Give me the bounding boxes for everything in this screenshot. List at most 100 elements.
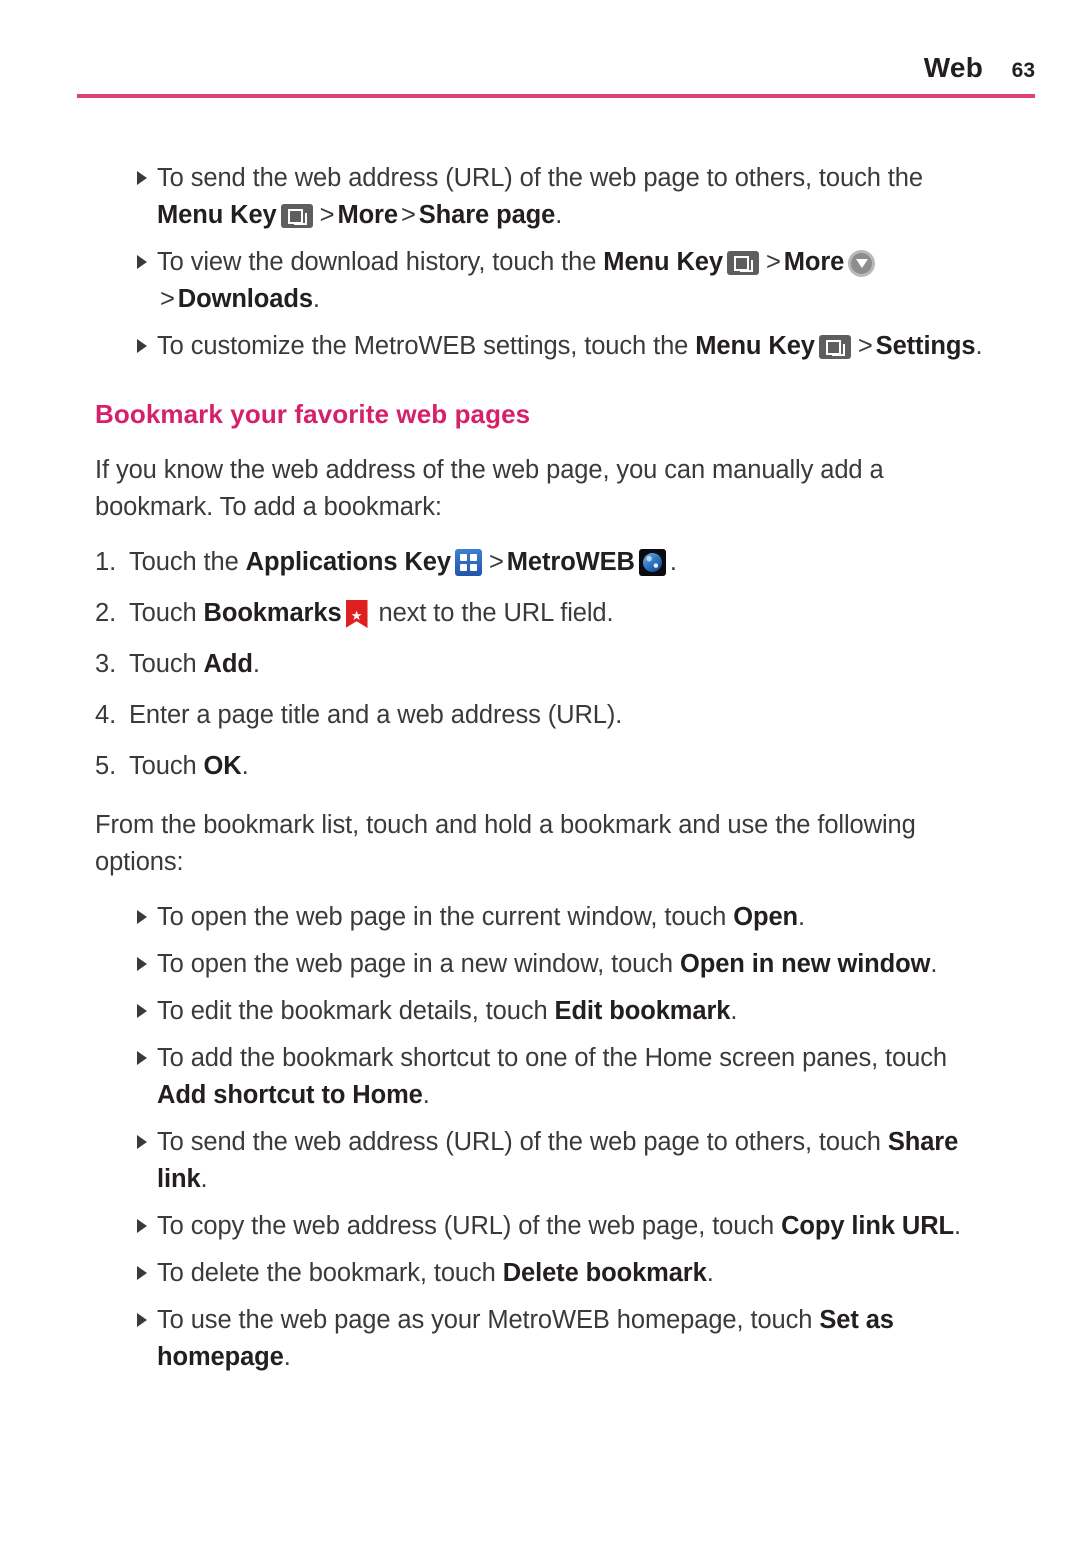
- bullet-text-tail: .: [798, 903, 806, 931]
- bullet-arrow-icon: [137, 339, 147, 353]
- list-item: To add the bookmark shortcut to one of t…: [95, 1040, 985, 1114]
- step-bold-bookmarks: Bookmarks: [203, 599, 342, 627]
- bullet-text-tail: .: [283, 1343, 291, 1371]
- bullet-bold-more: More: [783, 248, 845, 276]
- bullet-bold-more: More: [337, 201, 398, 229]
- bullet-text-part: To copy the web address (URL) of the web…: [157, 1212, 782, 1240]
- step-number: 5.: [95, 752, 117, 780]
- section-intro-paragraph: If you know the web address of the web p…: [95, 456, 884, 521]
- option-bold-edit-bookmark: Edit bookmark: [554, 997, 731, 1025]
- list-item: To use the web page as your MetroWEB hom…: [95, 1302, 985, 1376]
- bullet-text-tail: .: [200, 1165, 208, 1193]
- list-item: To customize the MetroWEB settings, touc…: [95, 328, 985, 365]
- option-bold-add-shortcut-to-home: Add shortcut to Home: [157, 1081, 423, 1109]
- menu-key-icon: [726, 251, 759, 275]
- bullet-arrow-icon: [137, 255, 147, 269]
- bullet-bold-menu-key: Menu Key: [695, 332, 815, 360]
- bullet-arrow-icon: [137, 957, 147, 971]
- bullet-text-tail: .: [975, 332, 983, 360]
- list-item: To open the web page in a new window, to…: [95, 946, 985, 983]
- option-bold-copy-link-url: Copy link URL: [781, 1212, 955, 1240]
- list-item: 2. Touch Bookmarks ★ next to the URL field…: [95, 595, 985, 632]
- list-item: To send the web address (URL) of the web…: [95, 160, 985, 234]
- page-number: 63: [1011, 59, 1035, 82]
- header-row: Web 63: [77, 52, 1035, 86]
- option-bold-open: Open: [733, 903, 799, 931]
- step-number: 4.: [95, 701, 117, 729]
- separator-gt: >: [319, 201, 335, 229]
- applications-key-icon: [454, 549, 482, 576]
- bullet-text-part: To open the web page in a new window, to…: [157, 950, 680, 978]
- bullet-arrow-icon: [137, 1135, 147, 1149]
- option-bold-open-in-new-window: Open in new window: [679, 950, 931, 978]
- step-number: 2.: [95, 599, 117, 627]
- bullet-arrow-icon: [137, 1219, 147, 1233]
- bullet-text-tail: .: [706, 1259, 714, 1287]
- option-bold-delete-bookmark: Delete bookmark: [502, 1259, 707, 1287]
- bullet-text-tail: .: [930, 950, 938, 978]
- list-item: 5. Touch OK.: [95, 748, 985, 785]
- bullet-arrow-icon: [137, 1266, 147, 1280]
- section-heading: Bookmark your favorite web pages: [95, 399, 531, 429]
- list-item: To delete the bookmark, touch Delete boo…: [95, 1255, 985, 1292]
- list-item: 4. Enter a page title and a web address (…: [95, 697, 985, 734]
- menu-key-icon: [280, 204, 313, 228]
- bullet-text-part: To customize the MetroWEB settings, touc…: [157, 332, 696, 360]
- bullet-text-tail: .: [555, 201, 563, 229]
- step-bold-ok: OK: [203, 752, 242, 780]
- bullet-text-tail: .: [312, 285, 320, 313]
- step-number: 3.: [95, 650, 117, 678]
- page-header: Web 63: [77, 52, 1035, 100]
- bullet-bold-share-page: Share page: [418, 201, 556, 229]
- separator-gt: >: [488, 548, 504, 576]
- bullet-arrow-icon: [137, 1051, 147, 1065]
- bullet-text-part: To view the download history, touch the: [157, 248, 604, 276]
- bullet-arrow-icon: [137, 1004, 147, 1018]
- bullet-text-part: To send the web address (URL) of the web…: [157, 164, 923, 192]
- bullet-text-tail: .: [422, 1081, 430, 1109]
- step-text-tail: .: [669, 548, 677, 576]
- downloads-icon: [848, 250, 876, 277]
- metroweb-globe-icon: [638, 549, 666, 576]
- bullet-text-tail: .: [730, 997, 738, 1025]
- header-divider-rule: [77, 94, 1035, 98]
- list-item: To open the web page in the current wind…: [95, 899, 985, 936]
- step-bold-metroweb: MetroWEB: [506, 548, 635, 576]
- step-bold-add: Add: [203, 650, 253, 678]
- separator-gt: >: [857, 332, 873, 360]
- step-text-tail: next to the URL field.: [371, 599, 614, 627]
- options-intro-paragraph: From the bookmark list, touch and hold a…: [95, 811, 916, 876]
- bullet-text-tail: .: [954, 1212, 962, 1240]
- separator-gt: >: [160, 285, 175, 313]
- page-content: To send the web address (URL) of the web…: [95, 160, 985, 1386]
- bullet-text-part: To open the web page in the current wind…: [157, 903, 734, 931]
- bullet-arrow-icon: [137, 171, 147, 185]
- bullet-text-part: To edit the bookmark details, touch: [157, 997, 555, 1025]
- step-text-part: Touch: [129, 752, 204, 780]
- numbered-step-list: 1. Touch the Applications Key > MetroWEB. 2…: [95, 544, 985, 785]
- list-item: To view the download history, touch the …: [95, 244, 985, 318]
- step-text-tail: .: [252, 650, 260, 678]
- bullet-arrow-icon: [137, 1313, 147, 1327]
- bullet-bold-downloads: Downloads: [177, 285, 313, 313]
- step-text-part: Touch: [129, 599, 204, 627]
- bullet-text-part: To use the web page as your MetroWEB hom…: [157, 1306, 820, 1334]
- menu-key-icon: [818, 335, 851, 359]
- list-item: 3. Touch Add.: [95, 646, 985, 683]
- bullet-text-part: To send the web address (URL) of the web…: [157, 1128, 888, 1156]
- step-text-part: Touch the: [129, 548, 246, 576]
- separator-gt: >: [400, 201, 416, 229]
- bullet-arrow-icon: [137, 910, 147, 924]
- list-item: To copy the web address (URL) of the web…: [95, 1208, 985, 1245]
- list-item: To edit the bookmark details, touch Edit…: [95, 993, 985, 1030]
- bullet-bold-settings: Settings: [875, 332, 976, 360]
- bookmarks-ribbon-icon: ★: [345, 600, 368, 628]
- bullet-bold-menu-key: Menu Key: [603, 248, 723, 276]
- option-bullet-list: To open the web page in the current wind…: [95, 899, 985, 1376]
- list-item: 1. Touch the Applications Key > MetroWEB.: [95, 544, 985, 581]
- bullet-text-part: To add the bookmark shortcut to one of t…: [157, 1044, 947, 1072]
- step-bold-applications-key: Applications Key: [245, 548, 451, 576]
- step-text-tail: .: [241, 752, 249, 780]
- step-text-part: Touch: [129, 650, 204, 678]
- bullet-text-part: To delete the bookmark, touch: [157, 1259, 503, 1287]
